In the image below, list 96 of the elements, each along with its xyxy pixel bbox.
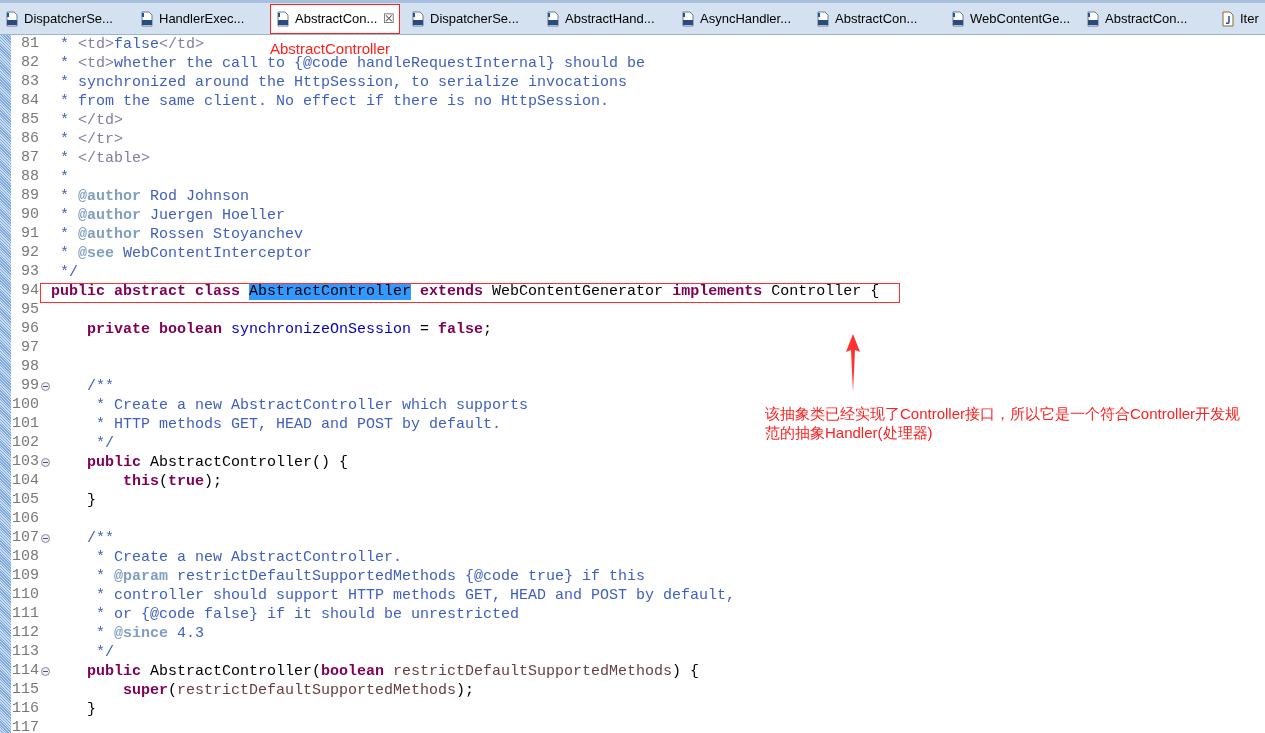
line-number: 102	[11, 433, 39, 454]
code-line: * from the same client. No effect if there is no HttpSession.	[59, 92, 610, 111]
editor-tab[interactable]: AbstractCon... ☒	[270, 4, 400, 34]
line-number: 113	[11, 642, 39, 663]
class-file-icon	[950, 11, 966, 27]
line-number: 97	[20, 338, 39, 359]
code-line: * @see WebContentInterceptor	[59, 244, 313, 263]
code-line: * or {@code false} if it should be unrestricted	[95, 605, 520, 624]
line-number: 106	[11, 509, 39, 530]
code-line: * Create a new AbstractController which supports	[95, 396, 529, 415]
line-number: 104	[11, 471, 39, 492]
line-number: 114	[11, 661, 39, 682]
class-file-icon	[680, 11, 696, 27]
line-number: 94	[20, 281, 39, 302]
line-number: 91	[20, 224, 39, 245]
editor-tab[interactable]: HandlerExec...	[135, 4, 270, 34]
class-file-icon	[139, 11, 155, 27]
line-number: 90	[20, 205, 39, 226]
editor-tab[interactable]: DispatcherSe...	[0, 4, 135, 34]
line-number: 84	[20, 91, 39, 112]
line-number: 99	[20, 376, 39, 397]
class-file-icon	[545, 11, 561, 27]
line-number: 98	[20, 357, 39, 378]
code-line: */	[59, 263, 78, 282]
editor-tab[interactable]: AbstractCon...	[811, 4, 946, 34]
code-line: }	[86, 700, 96, 719]
collapse-icon[interactable]	[40, 382, 50, 391]
line-number: 117	[11, 718, 39, 733]
line-number: 111	[11, 604, 39, 625]
code-line: * @author Juergen Hoeller	[59, 206, 286, 225]
line-number: 107	[11, 528, 39, 549]
class-file-icon	[275, 11, 291, 27]
code-line: /**	[86, 529, 114, 548]
editor-tab[interactable]: WebContentGe...	[946, 4, 1081, 34]
code-line: * </table>	[59, 149, 151, 168]
editor-tab[interactable]: AbstractHand...	[541, 4, 676, 34]
line-number: 105	[11, 490, 39, 511]
line-number: 116	[11, 699, 39, 720]
line-number: 81	[20, 34, 39, 55]
code-line: * @since 4.3	[95, 624, 205, 643]
code-line: super(restrictDefaultSupportedMethods);	[122, 681, 475, 700]
code-line: *	[59, 168, 69, 187]
code-line: * <td>false</td>	[59, 35, 205, 54]
collapse-icon[interactable]	[40, 458, 50, 467]
editor-tab[interactable]: DispatcherSe...	[406, 4, 541, 34]
code-line: public AbstractController() {	[86, 453, 349, 472]
line-number: 82	[20, 53, 39, 74]
line-number: 96	[20, 319, 39, 340]
code-line: * <td>whether the call to {@code handleRequestInternal} should be	[59, 54, 646, 73]
line-number: 101	[11, 414, 39, 435]
annotation-note: 该抽象类已经实现了Controller接口，所以它是一个符合Controller开发规范的抽象Handler(处理器)	[765, 404, 1242, 442]
editor-tab[interactable]: AsyncHandler...	[676, 4, 811, 34]
line-number: 115	[11, 680, 39, 701]
code-line: * </td>	[59, 111, 124, 130]
code-line: * Create a new AbstractController.	[95, 548, 403, 567]
line-number: 87	[20, 148, 39, 169]
class-file-icon	[1085, 11, 1101, 27]
line-number: 89	[20, 186, 39, 207]
code-line: * synchronized around the HttpSession, to serialize invocations	[59, 73, 628, 92]
line-number: 109	[11, 566, 39, 587]
code-line: * controller should support HTTP methods GET, HEAD and POST by default,	[95, 586, 736, 605]
code-line: private boolean synchronizeOnSession = false;	[86, 320, 493, 339]
code-line: * @author Rossen Stoyanchev	[59, 225, 304, 244]
class-file-icon	[4, 11, 20, 27]
class-file-icon	[815, 11, 831, 27]
line-number: 86	[20, 129, 39, 150]
line-number: 100	[11, 395, 39, 416]
editor-tab[interactable]: Iter	[1216, 4, 1265, 34]
code-line: */	[95, 434, 114, 453]
code-line: public AbstractController(boolean restrictDefaultSupportedMethods) {	[86, 662, 700, 681]
class-file-icon	[410, 11, 426, 27]
code-line: public abstract class AbstractController extends WebContentGenerator implements Controller {	[51, 282, 880, 301]
line-number: 88	[20, 167, 39, 188]
line-number: 108	[11, 547, 39, 568]
line-number: 93	[20, 262, 39, 283]
line-number: 110	[11, 585, 39, 606]
code-line: * HTTP methods GET, HEAD and POST by default.	[95, 415, 502, 434]
code-line: * @param restrictDefaultSupportedMethods {@code true} if this	[95, 567, 646, 586]
line-number: 95	[20, 300, 39, 321]
collapse-icon[interactable]	[40, 667, 50, 676]
line-number: 83	[20, 72, 39, 93]
editor-tab[interactable]: AbstractCon...	[1081, 4, 1216, 34]
code-line: }	[86, 491, 96, 510]
annotation-label: AbstractController	[270, 39, 391, 57]
line-number: 103	[11, 452, 39, 473]
line-number: 112	[11, 623, 39, 644]
line-number: 85	[20, 110, 39, 131]
code-line: this(true);	[122, 472, 223, 491]
line-number: 92	[20, 243, 39, 264]
close-icon[interactable]: ☒	[383, 9, 395, 29]
code-line: /**	[86, 377, 114, 396]
code-line: * </tr>	[59, 130, 124, 149]
code-line: */	[95, 643, 114, 662]
java-file-icon	[1220, 11, 1236, 27]
code-line: * @author Rod Johnson	[59, 187, 250, 206]
collapse-icon[interactable]	[40, 534, 50, 543]
